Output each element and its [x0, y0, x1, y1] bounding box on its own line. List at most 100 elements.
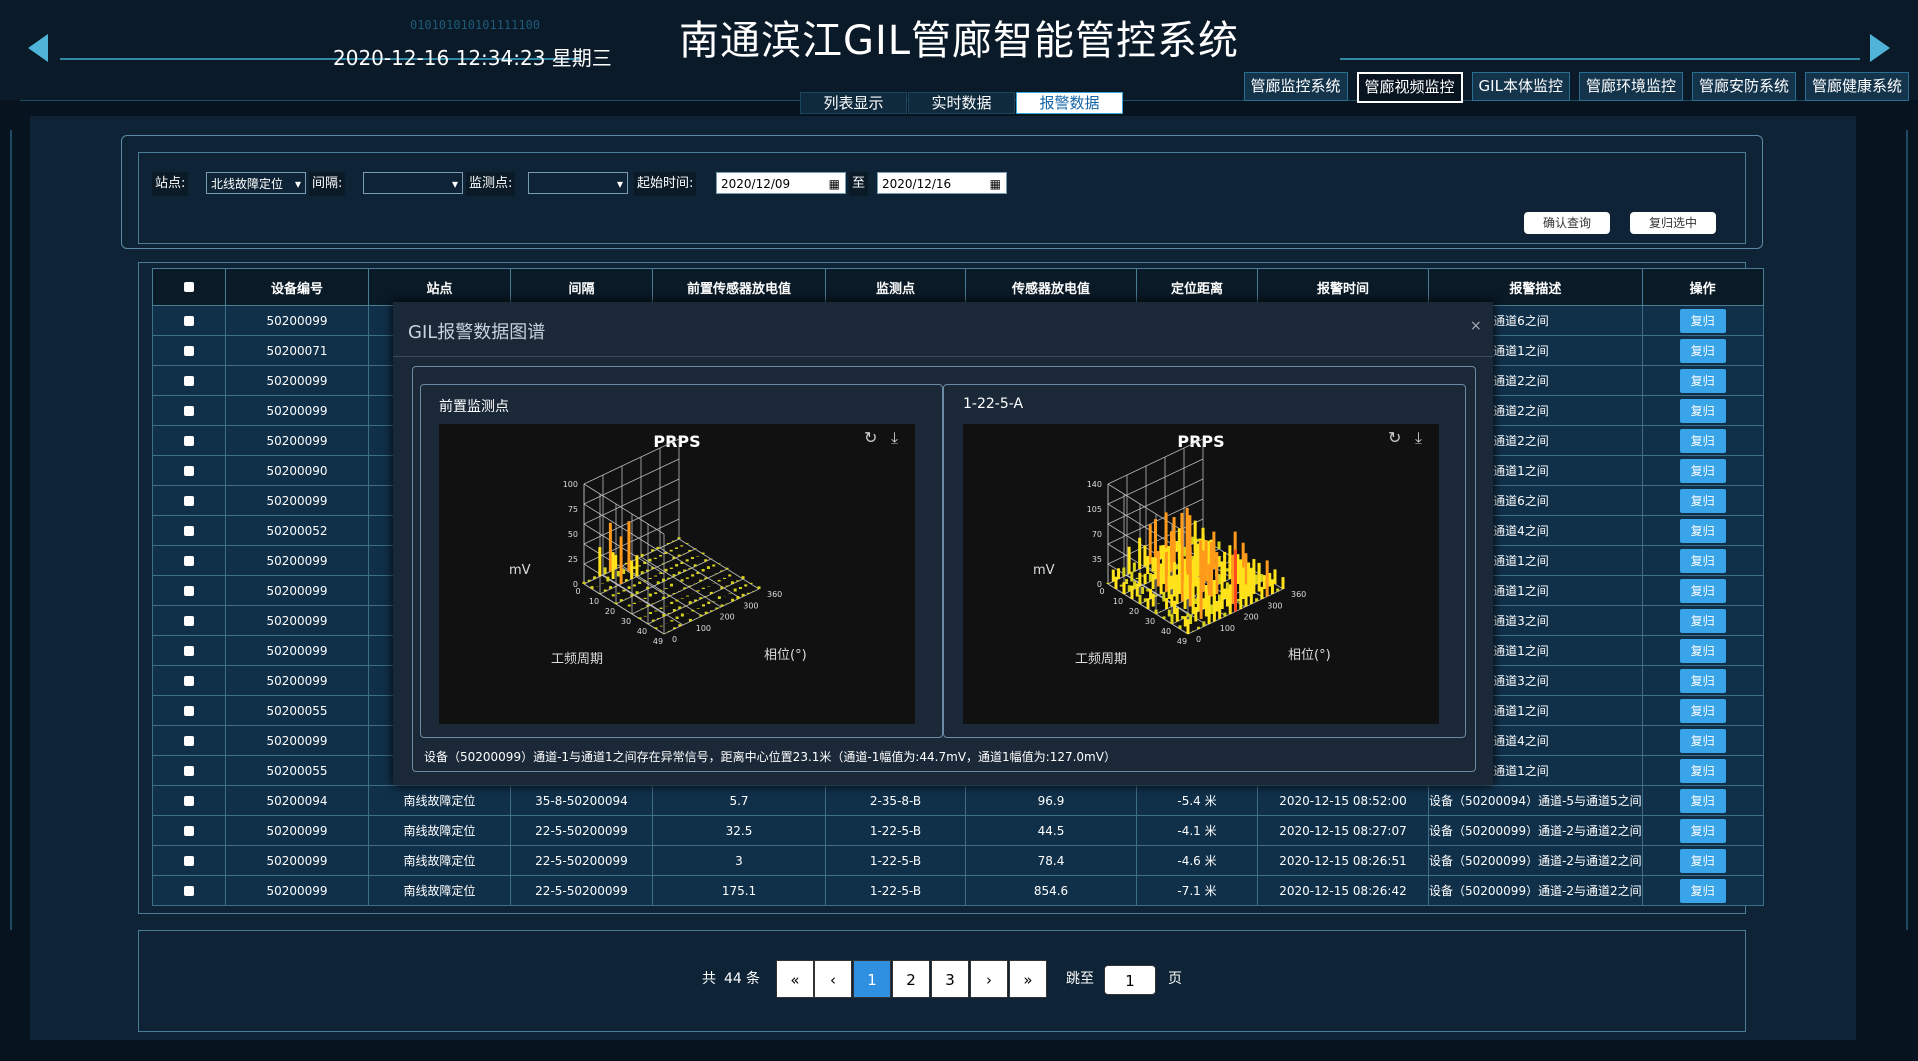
chart-card-right-title: 1-22-5-A: [963, 396, 1024, 412]
row-checkbox-cell[interactable]: [152, 455, 226, 486]
row-checkbox[interactable]: [184, 646, 194, 656]
row-checkbox-cell[interactable]: [152, 815, 226, 846]
row-checkbox[interactable]: [184, 436, 194, 446]
reset-row-button[interactable]: 复归: [1679, 428, 1726, 453]
select-all-checkbox[interactable]: [184, 282, 194, 292]
reset-row-button[interactable]: 复归: [1679, 458, 1726, 483]
row-checkbox[interactable]: [184, 316, 194, 326]
right-side-deco: [1892, 130, 1908, 930]
reset-row-button[interactable]: 复归: [1679, 638, 1726, 663]
sysnav-env-monitor[interactable]: 管廊环境监控: [1578, 72, 1683, 101]
reset-row-button[interactable]: 复归: [1679, 608, 1726, 633]
row-checkbox[interactable]: [184, 586, 194, 596]
end-date-input[interactable]: 2020/12/16 ▦: [877, 172, 1007, 194]
col-station: 站点: [368, 268, 511, 306]
row-checkbox-cell[interactable]: [152, 545, 226, 576]
last-page-button[interactable]: »: [1009, 960, 1047, 998]
reset-row-button[interactable]: 复归: [1679, 788, 1726, 813]
row-checkbox[interactable]: [184, 796, 194, 806]
row-checkbox-cell[interactable]: [152, 725, 226, 756]
col-monitor-point: 监测点: [825, 268, 966, 306]
row-checkbox[interactable]: [184, 556, 194, 566]
reset-row-button[interactable]: 复归: [1679, 398, 1726, 423]
row-checkbox-cell[interactable]: [152, 875, 226, 906]
prev-page-button[interactable]: ‹: [814, 960, 852, 998]
row-checkbox[interactable]: [184, 676, 194, 686]
reset-row-button[interactable]: 复归: [1679, 728, 1726, 753]
page-3-button[interactable]: 3: [931, 960, 969, 998]
row-checkbox-cell[interactable]: [152, 845, 226, 876]
y-tick-label: 300: [743, 601, 758, 610]
row-checkbox[interactable]: [184, 886, 194, 896]
row-checkbox-cell[interactable]: [152, 515, 226, 546]
jump-label: 跳至: [1066, 971, 1094, 987]
row-checkbox[interactable]: [184, 616, 194, 626]
reset-row-button[interactable]: 复归: [1679, 698, 1726, 723]
page-1-button[interactable]: 1: [853, 960, 891, 998]
sysnav-security[interactable]: 管廊安防系统: [1691, 72, 1796, 101]
cell-distance: -4.1 米: [1136, 815, 1258, 846]
sysnav-corridor-monitor[interactable]: 管廊监控系统: [1243, 72, 1348, 101]
reset-row-button[interactable]: 复归: [1679, 848, 1726, 873]
reset-row-button[interactable]: 复归: [1679, 668, 1726, 693]
sysnav-health[interactable]: 管廊健康系统: [1804, 72, 1909, 101]
row-checkbox-cell[interactable]: [152, 755, 226, 786]
reset-row-button[interactable]: 复归: [1679, 488, 1726, 513]
reset-row-button[interactable]: 复归: [1679, 818, 1726, 843]
station-select[interactable]: 北线故障定位 ▾: [206, 172, 306, 194]
row-checkbox-cell[interactable]: [152, 485, 226, 516]
reset-row-button[interactable]: 复归: [1679, 338, 1726, 363]
row-checkbox[interactable]: [184, 466, 194, 476]
row-checkbox-cell[interactable]: [152, 575, 226, 606]
next-page-button[interactable]: ›: [970, 960, 1008, 998]
row-checkbox[interactable]: [184, 496, 194, 506]
row-checkbox[interactable]: [184, 526, 194, 536]
monitor-select[interactable]: ▾: [528, 172, 628, 194]
row-checkbox-cell[interactable]: [152, 635, 226, 666]
sysnav-gil-monitor[interactable]: GIL本体监控: [1471, 72, 1570, 101]
prps-3d-plot: 100755025001020304049 0100200300360mV工频周期…: [509, 438, 807, 667]
tab-alarm-data[interactable]: 报警数据: [1016, 92, 1123, 114]
reset-row-button[interactable]: 复归: [1679, 758, 1726, 783]
row-checkbox-cell[interactable]: [152, 785, 226, 816]
row-checkbox-cell[interactable]: [152, 605, 226, 636]
x-tick-label: 0: [1099, 587, 1104, 596]
reset-row-button[interactable]: 复归: [1679, 878, 1726, 903]
confirm-query-button[interactable]: 确认查询: [1524, 212, 1610, 234]
cell-device-id: 50200099: [225, 815, 369, 846]
to-label: 至: [849, 172, 869, 196]
row-checkbox[interactable]: [184, 346, 194, 356]
tab-list-view[interactable]: 列表显示: [800, 92, 907, 114]
row-checkbox-cell[interactable]: [152, 425, 226, 456]
sysnav-video-monitor[interactable]: 管廊视频监控: [1356, 72, 1463, 103]
reset-row-button[interactable]: 复归: [1679, 518, 1726, 543]
interval-select[interactable]: ▾: [363, 172, 463, 194]
row-checkbox-cell[interactable]: [152, 335, 226, 366]
first-page-button[interactable]: «: [776, 960, 814, 998]
reset-row-button[interactable]: 复归: [1679, 308, 1726, 333]
row-checkbox[interactable]: [184, 766, 194, 776]
cell-monitor-point: 1-22-5-B: [825, 845, 966, 876]
close-icon[interactable]: ×: [1470, 318, 1482, 334]
row-checkbox-cell[interactable]: [152, 365, 226, 396]
row-checkbox[interactable]: [184, 706, 194, 716]
start-date-input[interactable]: 2020/12/09 ▦: [716, 172, 846, 194]
row-checkbox-cell[interactable]: [152, 665, 226, 696]
y-tick-label: 360: [1291, 590, 1306, 599]
row-checkbox-cell[interactable]: [152, 395, 226, 426]
select-all-header[interactable]: [152, 268, 226, 306]
row-checkbox[interactable]: [184, 826, 194, 836]
row-checkbox[interactable]: [184, 376, 194, 386]
tab-realtime[interactable]: 实时数据: [908, 92, 1015, 114]
row-checkbox[interactable]: [184, 736, 194, 746]
reset-selected-button[interactable]: 复归选中: [1630, 212, 1716, 234]
row-checkbox-cell[interactable]: [152, 695, 226, 726]
row-checkbox[interactable]: [184, 406, 194, 416]
row-checkbox-cell[interactable]: [152, 305, 226, 336]
reset-row-button[interactable]: 复归: [1679, 548, 1726, 573]
row-checkbox[interactable]: [184, 856, 194, 866]
jump-page-input[interactable]: 1: [1104, 965, 1156, 995]
reset-row-button[interactable]: 复归: [1679, 578, 1726, 603]
reset-row-button[interactable]: 复归: [1679, 368, 1726, 393]
page-2-button[interactable]: 2: [892, 960, 930, 998]
